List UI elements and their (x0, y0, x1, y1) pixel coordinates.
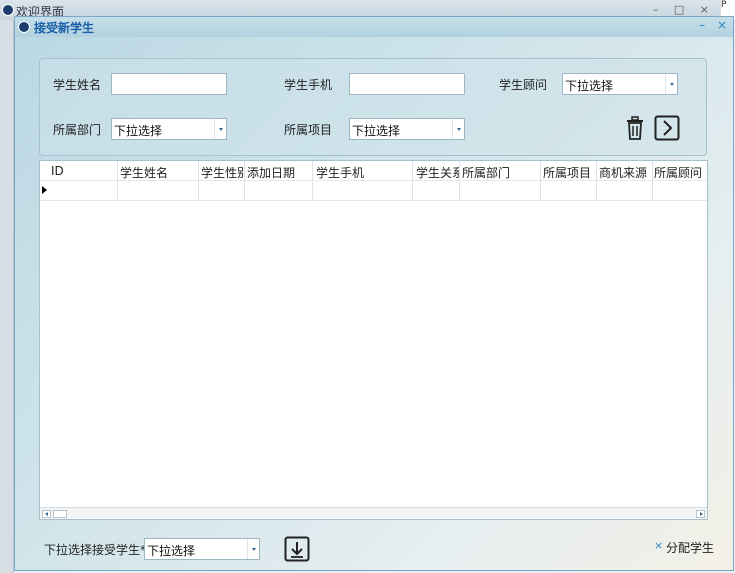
app-logo-icon (2, 4, 14, 16)
grid-header: ID 学生姓名 学生性别 添加日期 学生手机 学生关系 所属部门 所属项目 商机… (40, 161, 707, 201)
assign-student-dropdown-value: 下拉选择 (147, 544, 196, 558)
scroll-right-icon[interactable] (696, 510, 705, 518)
chevron-down-icon[interactable] (665, 74, 677, 94)
dialog-window-controls: – × (691, 18, 727, 32)
download-icon (284, 536, 310, 562)
column-header-relation[interactable]: 学生关系 (416, 164, 459, 181)
assign-student-dropdown[interactable]: 下拉选择 (144, 538, 260, 560)
minimize-icon[interactable]: – (699, 18, 705, 32)
project-label: 所属项目 (284, 123, 333, 137)
column-header-project[interactable]: 所属项目 (543, 164, 596, 181)
column-header-advisor[interactable]: 所属顾问 (654, 164, 707, 181)
dialog-titlebar: 接受新学生 – × (15, 17, 733, 37)
background-window-controls[interactable]: – □ × (653, 3, 715, 16)
department-label: 所属部门 (53, 123, 102, 137)
dialog-title: 接受新学生 (34, 21, 95, 35)
column-header-phone[interactable]: 学生手机 (316, 164, 412, 181)
assign-student-button[interactable]: 分配学生 (666, 539, 714, 556)
student-name-label: 学生姓名 (53, 78, 102, 92)
current-row-indicator-icon (42, 186, 47, 194)
chevron-down-icon[interactable] (247, 539, 259, 559)
scroll-thumb[interactable] (53, 510, 67, 518)
project-dropdown[interactable]: 下拉选择 (349, 118, 465, 140)
filter-panel: 学生姓名 学生手机 学生顾问 下拉选择 所属部门 下拉选择 所属项目 下拉选择 (39, 58, 707, 156)
advisor-label: 学生顾问 (499, 78, 548, 92)
student-grid[interactable]: ID 学生姓名 学生性别 添加日期 学生手机 学生关系 所属部门 所属项目 商机… (39, 160, 708, 520)
student-phone-label: 学生手机 (284, 78, 333, 92)
delete-button[interactable] (622, 115, 648, 141)
column-header-department[interactable]: 所属部门 (462, 164, 538, 181)
download-button[interactable] (284, 536, 310, 562)
student-phone-input[interactable] (349, 73, 465, 95)
advisor-dropdown[interactable]: 下拉选择 (562, 73, 678, 95)
close-icon[interactable]: × (717, 18, 727, 32)
department-dropdown[interactable]: 下拉选择 (111, 118, 227, 140)
horizontal-scrollbar[interactable] (40, 507, 707, 519)
column-header-gender[interactable]: 学生性别 (201, 164, 245, 181)
chevron-down-icon[interactable] (452, 119, 464, 139)
column-header-student-name[interactable]: 学生姓名 (120, 164, 198, 181)
department-dropdown-value: 下拉选择 (114, 124, 163, 138)
assign-student-label: 下拉选择接受学生* (44, 543, 147, 557)
chevron-right-icon (654, 115, 680, 141)
project-dropdown-value: 下拉选择 (352, 124, 401, 138)
student-name-input[interactable] (111, 73, 227, 95)
assign-student-icon[interactable]: × (654, 539, 663, 552)
column-header-id[interactable]: ID (51, 164, 111, 178)
column-header-source[interactable]: 商机来源 (599, 164, 652, 181)
advisor-dropdown-value: 下拉选择 (565, 79, 614, 93)
background-left-strip (0, 20, 14, 573)
dialog-logo-icon (18, 21, 30, 33)
chevron-down-icon[interactable] (214, 119, 226, 139)
accept-new-student-dialog: 接受新学生 – × 学生姓名 学生手机 学生顾问 下拉选择 所属部门 下拉选择 … (14, 16, 734, 571)
scroll-left-icon[interactable] (42, 510, 51, 518)
next-button[interactable] (654, 115, 680, 141)
column-header-added-date[interactable]: 添加日期 (247, 164, 311, 181)
trash-icon (627, 116, 643, 140)
table-row[interactable] (40, 181, 707, 201)
